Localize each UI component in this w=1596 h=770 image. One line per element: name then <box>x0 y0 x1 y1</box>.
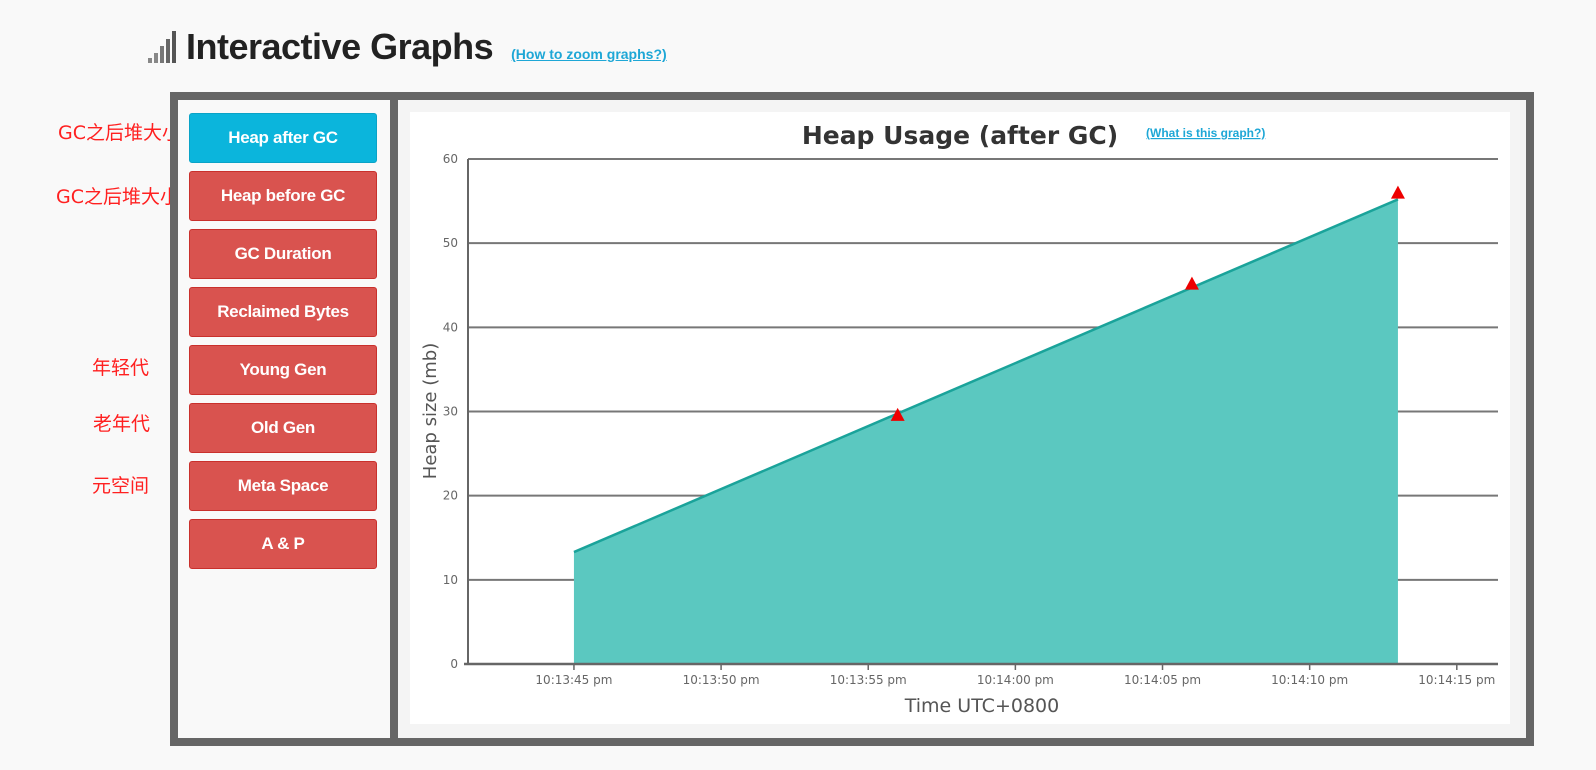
y-tick-label: 20 <box>443 489 458 503</box>
y-tick-label: 0 <box>450 657 458 671</box>
heap-after-gc-button[interactable]: Heap after GC <box>189 113 377 163</box>
meta-space-button[interactable]: Meta Space <box>189 461 377 511</box>
y-tick-label: 10 <box>443 573 458 587</box>
graph-nav-panel: Heap after GC Heap before GC GC Duration… <box>178 100 390 738</box>
a-and-p-button[interactable]: A & P <box>189 519 377 569</box>
data-marker <box>1390 185 1405 199</box>
signal-bars-icon <box>148 31 176 63</box>
data-marker <box>1184 276 1199 290</box>
young-gen-button[interactable]: Young Gen <box>189 345 377 395</box>
x-axis-label: Time UTC+0800 <box>904 695 1059 717</box>
graphs-frame: Heap after GC Heap before GC GC Duration… <box>170 92 1534 746</box>
annotation-heap-before-gc: GC之后堆大小 <box>56 186 179 208</box>
y-tick-labels: 0 10 20 30 40 50 60 <box>443 152 458 671</box>
what-is-this-graph-link[interactable]: (What is this graph?) <box>1146 126 1265 140</box>
y-tick-label: 50 <box>443 236 458 250</box>
y-axis-label: Heap size (mb) <box>420 343 441 479</box>
old-gen-button[interactable]: Old Gen <box>189 403 377 453</box>
x-tick-label: 10:13:45 pm <box>535 673 612 687</box>
heap-before-gc-button[interactable]: Heap before GC <box>189 171 377 221</box>
series-area <box>573 198 1399 664</box>
chart-area[interactable]: 0 10 20 30 40 50 60 10:13:45 pm 10:13:50 pm 10:1… <box>410 112 1510 724</box>
x-tick-label: 10:13:55 pm <box>830 673 907 687</box>
x-tick-label: 10:14:10 pm <box>1271 673 1348 687</box>
chart-title: Heap Usage (after GC) <box>802 121 1118 150</box>
series-area-fill <box>573 199 1398 664</box>
zoom-help-link[interactable]: (How to zoom graphs?) <box>511 46 667 62</box>
x-tick-label: 10:14:15 pm <box>1418 673 1495 687</box>
annotation-old-gen: 老年代 <box>93 413 151 435</box>
annotation-meta-space: 元空间 <box>92 475 150 497</box>
y-tick-label: 40 <box>443 320 458 334</box>
annotation-heap-after-gc: GC之后堆大小 <box>58 122 181 144</box>
annotation-young-gen: 年轻代 <box>92 357 150 379</box>
x-tick-labels: 10:13:45 pm 10:13:50 pm 10:13:55 pm 10:14:0… <box>535 673 1495 687</box>
x-tick-label: 10:14:05 pm <box>1124 673 1201 687</box>
x-tick-label: 10:13:50 pm <box>683 673 760 687</box>
y-tick-label: 60 <box>443 152 458 166</box>
graph-panel: 0 10 20 30 40 50 60 10:13:45 pm 10:13:50 pm 10:1… <box>398 100 1526 738</box>
gc-duration-button[interactable]: GC Duration <box>189 229 377 279</box>
x-tick-label: 10:14:00 pm <box>977 673 1054 687</box>
page-header: Interactive Graphs (How to zoom graphs?) <box>148 22 667 72</box>
reclaimed-bytes-button[interactable]: Reclaimed Bytes <box>189 287 377 337</box>
y-tick-label: 30 <box>443 405 458 419</box>
page-title: Interactive Graphs <box>186 26 494 67</box>
heap-usage-chart[interactable]: 0102030405060 10:13:45 pm 10:13:50 pm 10:1… <box>410 112 1510 724</box>
